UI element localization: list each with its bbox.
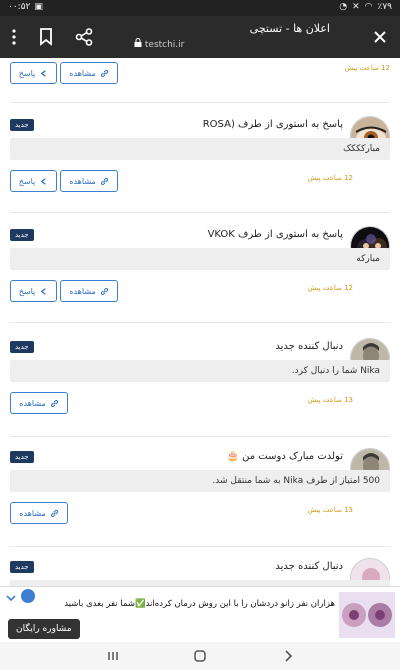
ad-banner[interactable]: هزاران نفر زانو دردشان را با این روش درم…	[0, 586, 400, 642]
notification-time: 13 ساعت پیش	[307, 506, 353, 514]
notification-time: 12 ساعت پیش	[307, 284, 353, 292]
ad-image[interactable]	[339, 592, 395, 638]
new-badge: جدید	[10, 119, 34, 131]
view-label: مشاهده	[69, 176, 96, 186]
status-bar: ۰۰:۵۲ ▣ ◔ ✕ ◠ ٪۷۹	[0, 0, 400, 16]
ad-text[interactable]: هزاران نفر زانو دردشان را با این روش درم…	[64, 599, 335, 609]
notification-title[interactable]: تولدت مبارک دوست من 🎂	[227, 451, 343, 462]
notification-title[interactable]: دنبال کننده جدید	[275, 561, 343, 572]
notification-message: Nika شما را دنبال کرد.	[10, 360, 390, 382]
notification-title[interactable]: پاسخ به استوری از طرف (ROSA	[203, 119, 343, 130]
ad-cta-button[interactable]: مشاوره رایگان	[8, 619, 80, 639]
view-label: مشاهده	[69, 68, 96, 78]
battery-text: ٪۷۹	[377, 2, 392, 12]
reply-icon	[40, 177, 46, 185]
view-button[interactable]: مشاهده	[60, 280, 118, 302]
view-label: مشاهده	[19, 508, 46, 518]
more-vertical-icon[interactable]	[0, 23, 28, 51]
new-badge: جدید	[10, 341, 34, 353]
page-title: اعلان ها - تستچی	[249, 22, 330, 35]
new-badge: جدید	[10, 451, 34, 463]
browser-toolbar: اعلان ها - تستچی testchi.ir	[0, 16, 400, 58]
notifications-list: پاسخ مشاهده 12 ساعت پیش جدید پاسخ به است…	[0, 58, 400, 658]
notification-title[interactable]: پاسخ به استوری از طرف VKOK	[208, 229, 343, 240]
divider	[10, 322, 390, 323]
chevron-down-icon[interactable]	[5, 589, 17, 608]
notification-time: 12 ساعت پیش	[307, 174, 353, 182]
link-icon	[50, 399, 58, 407]
link-icon	[100, 287, 108, 295]
system-nav-bar	[0, 642, 400, 670]
reply-label: پاسخ	[18, 68, 36, 78]
page-url: testchi.ir	[144, 40, 185, 50]
status-left: ۰۰:۵۲ ▣	[8, 2, 43, 12]
view-label: مشاهده	[69, 286, 96, 296]
lock-icon	[134, 38, 145, 50]
reply-button[interactable]: پاسخ	[10, 62, 57, 84]
page-title-block: اعلان ها - تستچی testchi.ir	[134, 22, 334, 50]
reply-label: پاسخ	[18, 176, 36, 186]
new-badge: جدید	[10, 561, 34, 573]
link-icon	[100, 177, 108, 185]
view-button[interactable]: مشاهده	[10, 392, 68, 414]
reply-icon	[40, 287, 46, 295]
wifi-icon: ◠	[364, 2, 373, 12]
divider	[10, 436, 390, 437]
view-label: مشاهده	[19, 398, 46, 408]
notification-message: مبارکککک	[10, 138, 390, 160]
link-icon	[50, 509, 58, 517]
back-icon[interactable]	[278, 648, 298, 664]
link-icon	[100, 69, 108, 77]
mute-icon: ✕	[352, 2, 360, 12]
reply-button[interactable]: پاسخ	[10, 280, 57, 302]
reply-icon	[40, 69, 46, 77]
notification-message: مبارکه	[10, 248, 390, 270]
new-badge: جدید	[10, 229, 34, 241]
share-icon[interactable]	[70, 23, 98, 51]
notification-title[interactable]: دنبال کننده جدید	[275, 341, 343, 352]
home-icon[interactable]	[190, 648, 210, 664]
view-button[interactable]: مشاهده	[60, 170, 118, 192]
bookmark-icon[interactable]	[32, 23, 60, 51]
ad-info-icon[interactable]	[21, 589, 35, 603]
notification-message: 500 امتیاز از طرف Nika به شما منتقل شد.	[10, 470, 390, 492]
status-right: ◔ ✕ ◠ ٪۷۹	[339, 2, 392, 12]
reply-label: پاسخ	[18, 286, 36, 296]
view-button[interactable]: مشاهده	[60, 62, 118, 84]
view-button[interactable]: مشاهده	[10, 502, 68, 524]
divider	[10, 212, 390, 213]
divider	[10, 546, 390, 547]
notification-time: 13 ساعت پیش	[307, 396, 353, 404]
divider	[10, 102, 390, 103]
recent-apps-icon[interactable]	[103, 648, 123, 664]
gallery-icon: ▣	[34, 2, 43, 12]
alarm-icon: ◔	[339, 2, 348, 12]
notification-time: 12 ساعت پیش	[344, 64, 390, 72]
time-text: ۰۰:۵۲	[8, 2, 31, 12]
url-row: testchi.ir	[134, 38, 334, 50]
reply-button[interactable]: پاسخ	[10, 170, 57, 192]
close-icon[interactable]	[366, 23, 394, 51]
